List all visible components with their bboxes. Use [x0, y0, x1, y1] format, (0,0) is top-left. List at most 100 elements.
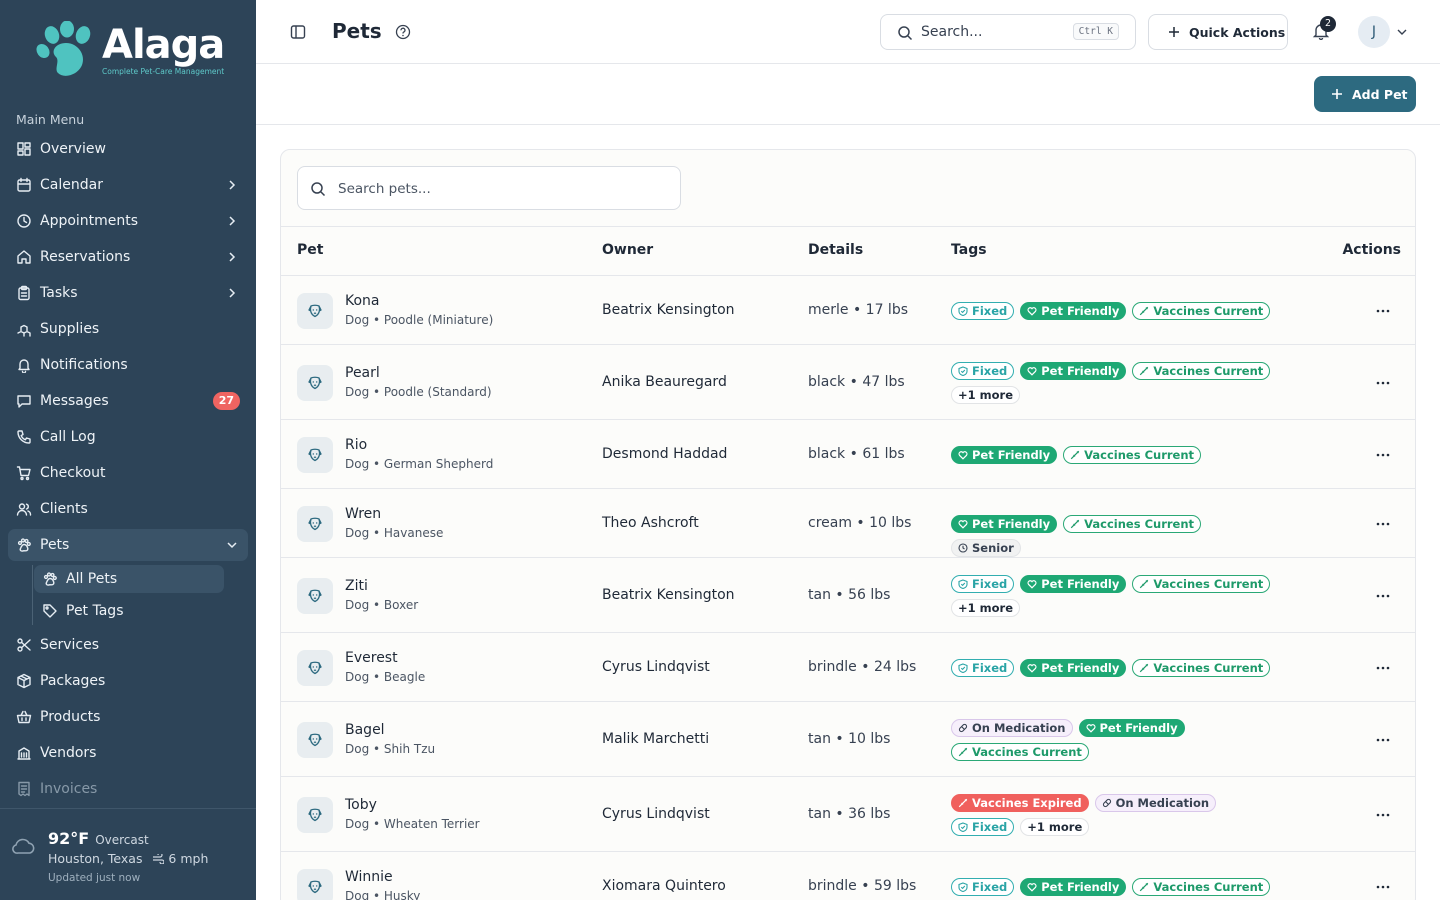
more-actions-icon[interactable]: [1375, 660, 1391, 676]
chevron-down-icon[interactable]: [226, 538, 238, 552]
table-row[interactable]: Pearl Dog • Poodle (Standard) Anika Beau…: [281, 345, 1415, 420]
pet-tags: Fixed Pet Friendly Vaccines Current +1 more: [951, 574, 1271, 617]
clock-icon: [958, 542, 968, 553]
sidebar-item-vendors[interactable]: Vendors: [8, 737, 248, 769]
sidebar-item-pets[interactable]: Pets: [8, 529, 248, 561]
sidebar-item-label: Pets: [40, 537, 70, 553]
more-actions-icon[interactable]: [1375, 516, 1391, 532]
table-row[interactable]: Rio Dog • German Shepherd Desmond Haddad…: [281, 420, 1415, 489]
more-actions-icon[interactable]: [1375, 732, 1391, 748]
table-row[interactable]: Wren Dog • Havanese Theo Ashcroft cream …: [281, 489, 1415, 558]
sidebar-item-calendar[interactable]: Calendar: [8, 169, 248, 201]
sidebar-item-label: Products: [40, 709, 101, 725]
pet-owner[interactable]: Cyrus Lindqvist: [602, 659, 710, 675]
pet-owner[interactable]: Desmond Haddad: [602, 446, 727, 462]
pet-name[interactable]: Winnie: [345, 869, 393, 885]
table-row[interactable]: Ziti Dog • Boxer Beatrix Kensington tan …: [281, 558, 1415, 633]
more-actions-icon[interactable]: [1375, 447, 1391, 463]
tag-pet-friendly: Pet Friendly: [1020, 361, 1127, 380]
sidebar-subitem-pet-tags[interactable]: Pet Tags: [34, 597, 224, 625]
pet-name[interactable]: Toby: [345, 797, 377, 813]
tag-more[interactable]: +1 more: [951, 598, 1020, 617]
chevron-right-icon[interactable]: [226, 286, 238, 300]
pet-avatar: [297, 796, 333, 833]
pet-owner[interactable]: Theo Ashcroft: [602, 515, 699, 531]
tag-more[interactable]: +1 more: [1020, 817, 1090, 836]
top-bar: Pets Search... Ctrl K Quick Actions 2 J: [256, 0, 1440, 64]
sidebar-item-clients[interactable]: Clients: [8, 493, 248, 525]
column-header-pet[interactable]: Pet: [297, 242, 323, 258]
chevron-right-icon[interactable]: [226, 178, 238, 192]
chevron-right-icon[interactable]: [226, 250, 238, 264]
more-actions-icon[interactable]: [1375, 807, 1391, 823]
pet-owner[interactable]: Beatrix Kensington: [602, 302, 735, 318]
pet-tags: Fixed Pet Friendly Vaccines Current: [951, 658, 1271, 677]
table-row[interactable]: Winnie Dog • Husky Xiomara Quintero brin…: [281, 852, 1415, 900]
home-icon: [17, 250, 31, 264]
tag-more[interactable]: +1 more: [951, 385, 1020, 404]
heart-icon: [958, 450, 968, 460]
chevron-down-icon[interactable]: [1396, 26, 1408, 38]
more-actions-icon[interactable]: [1375, 879, 1391, 895]
sidebar-item-reservations[interactable]: Reservations: [8, 241, 248, 273]
syringe-icon: [1140, 366, 1149, 375]
column-header-tags[interactable]: Tags: [951, 242, 987, 258]
receipt-icon: [18, 781, 30, 797]
pet-avatar: [297, 505, 333, 542]
sidebar-item-checkout[interactable]: Checkout: [8, 457, 248, 489]
pet-name[interactable]: Wren: [345, 506, 381, 522]
clock-icon: [17, 214, 31, 228]
pet-name[interactable]: Rio: [345, 437, 367, 453]
chevron-right-icon[interactable]: [226, 214, 238, 228]
table-row[interactable]: Everest Dog • Beagle Cyrus Lindqvist bri…: [281, 633, 1415, 702]
sidebar-item-label: Clients: [40, 501, 88, 517]
sidebar-item-invoices[interactable]: Invoices: [8, 773, 248, 805]
pet-owner[interactable]: Malik Marchetti: [602, 731, 709, 747]
pet-name[interactable]: Bagel: [345, 722, 385, 738]
pet-name[interactable]: Everest: [345, 650, 398, 666]
sidebar-item-overview[interactable]: Overview: [8, 133, 248, 165]
sidebar-item-services[interactable]: Services: [8, 629, 248, 661]
more-actions-icon[interactable]: [1375, 588, 1391, 604]
brand-logo[interactable]: Alaga Complete Pet-Care Management: [0, 0, 256, 100]
add-pet-button[interactable]: Add Pet: [1314, 76, 1416, 112]
cloud-icon: [12, 838, 35, 854]
table-row[interactable]: Bagel Dog • Shih Tzu Malik Marchetti tan…: [281, 702, 1415, 777]
pet-owner[interactable]: Anika Beauregard: [602, 374, 727, 390]
sidebar-item-appointments[interactable]: Appointments: [8, 205, 248, 237]
sidebar-toggle-icon[interactable]: [290, 24, 306, 40]
sidebar-item-tasks[interactable]: Tasks: [8, 277, 248, 309]
heart-icon: [958, 519, 968, 529]
sidebar-item-notifications[interactable]: Notifications: [8, 349, 248, 381]
pet-owner[interactable]: Xiomara Quintero: [602, 878, 726, 894]
cart-icon: [16, 466, 31, 481]
more-actions-icon[interactable]: [1375, 375, 1391, 391]
syringe-icon: [1070, 519, 1080, 528]
more-actions-icon[interactable]: [1375, 303, 1391, 319]
pet-search-input[interactable]: [338, 178, 658, 200]
user-avatar[interactable]: J: [1358, 16, 1390, 48]
sidebar-subitem-all-pets[interactable]: All Pets: [34, 565, 224, 593]
pet-name[interactable]: Ziti: [345, 578, 368, 594]
pet-search[interactable]: [297, 166, 681, 210]
search-icon: [311, 182, 326, 197]
pet-name[interactable]: Pearl: [345, 365, 380, 381]
dog-face-icon: [308, 448, 322, 461]
global-search[interactable]: Search... Ctrl K: [880, 14, 1136, 50]
table-row[interactable]: Toby Dog • Wheaten Terrier Cyrus Lindqvi…: [281, 777, 1415, 852]
sidebar-item-packages[interactable]: Packages: [8, 665, 248, 697]
sidebar-item-call-log[interactable]: Call Log: [8, 421, 248, 453]
column-header-details[interactable]: Details: [808, 242, 863, 258]
sidebar-item-label: Tasks: [40, 285, 78, 301]
pet-name[interactable]: Kona: [345, 293, 380, 309]
pet-owner[interactable]: Beatrix Kensington: [602, 587, 735, 603]
quick-actions-button[interactable]: Quick Actions: [1148, 14, 1288, 50]
help-icon[interactable]: [395, 24, 411, 40]
sidebar-item-messages[interactable]: Messages 27: [8, 385, 248, 417]
pet-details: tan • 10 lbs: [808, 730, 891, 747]
sidebar-item-products[interactable]: Products: [8, 701, 248, 733]
sidebar-item-supplies[interactable]: Supplies: [8, 313, 248, 345]
pet-owner[interactable]: Cyrus Lindqvist: [602, 806, 710, 822]
column-header-owner[interactable]: Owner: [602, 242, 653, 258]
table-row[interactable]: Kona Dog • Poodle (Miniature) Beatrix Ke…: [281, 276, 1415, 345]
